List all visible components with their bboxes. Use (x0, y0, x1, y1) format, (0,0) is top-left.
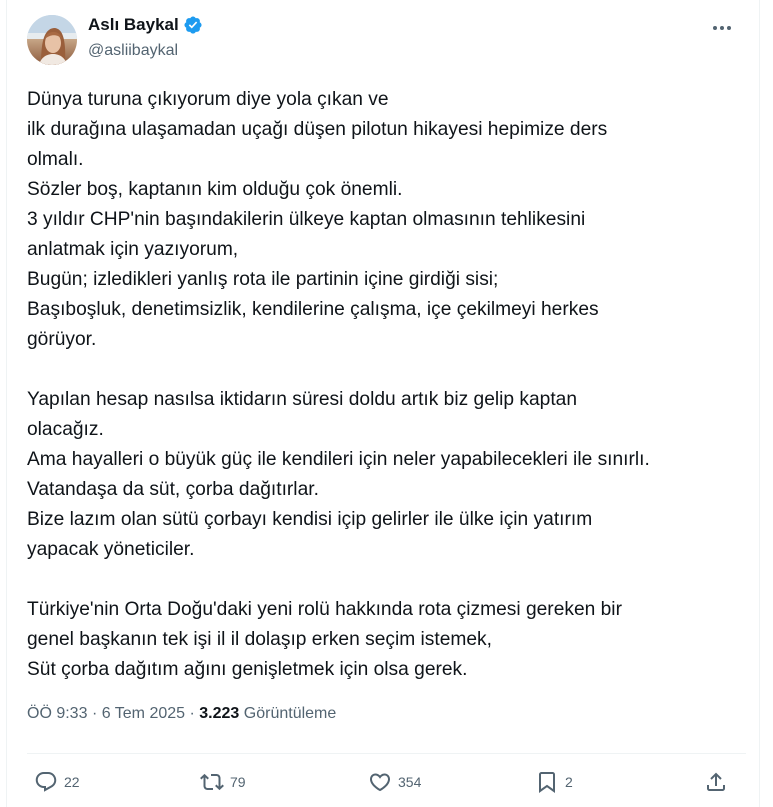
reply-button[interactable]: 22 (34, 764, 80, 800)
action-bar: 22 79 354 2 (0, 764, 773, 800)
display-name[interactable]: Aslı Baykal (88, 15, 179, 35)
tweet-line: Bugün; izledikleri yanlış rota ile parti… (27, 269, 499, 290)
tweet-line: Dünya turuna çıkıyorum diye yola çıkan v… (27, 89, 389, 110)
tweet-line: Sözler boş, kaptanın kim olduğu çok önem… (27, 179, 403, 200)
views-count: 3.223 (199, 705, 240, 722)
tweet-line: Başıboşluk, denetimsizlik, kendilerine ç… (27, 299, 599, 320)
bookmark-count: 2 (565, 774, 573, 790)
tweet-meta: ÖÖ 9:33 · 6 Tem 2025 · 3.223 Görüntüleme (27, 705, 336, 723)
more-horizontal-icon (713, 26, 717, 30)
tweet-line: görüyor. (27, 329, 97, 350)
heart-icon (369, 773, 391, 792)
tweet-line: Vatandaşa da süt, çorba dağıtırlar. (27, 479, 319, 500)
speech-bubble-icon (35, 772, 57, 792)
like-button[interactable]: 354 (368, 764, 421, 800)
reply-count: 22 (64, 774, 80, 790)
tweet-line: olacağız. (27, 419, 104, 440)
tweet-line: ilk durağına ulaşamadan uçağı düşen pilo… (27, 119, 608, 140)
like-count: 354 (398, 774, 422, 790)
tweet-line: Türkiye'nin Orta Doğu'daki yeni rolü hak… (27, 599, 622, 620)
more-dot (720, 26, 724, 30)
tweet-text: Dünya turuna çıkıyorum diye yola çıkan v… (27, 85, 742, 685)
retweet-button[interactable]: 79 (200, 764, 246, 800)
tweet-line: genel başkanın tek işi il il dolaşıp erk… (27, 629, 492, 650)
tweet-line: anlatmak için yazıyorum, (27, 239, 239, 260)
meta-separator: · (189, 705, 195, 722)
tweet-date[interactable]: 6 Tem 2025 (102, 705, 185, 722)
tweet-line: yapacak yöneticiler. (27, 539, 195, 560)
tweet-line: Ama hayalleri o büyük güç ile kendileri … (27, 449, 650, 470)
share-upload-icon (707, 772, 725, 791)
share-button[interactable] (704, 764, 728, 800)
name-row: Aslı Baykal (88, 15, 203, 35)
tweet-line: Bize lazım olan sütü çorbayı kendisi içi… (27, 509, 593, 530)
more-options-button[interactable] (709, 17, 735, 39)
bookmark-icon (539, 772, 555, 793)
verified-badge-icon[interactable] (183, 15, 203, 35)
avatar[interactable] (27, 15, 77, 65)
more-dot (727, 26, 731, 30)
bookmark-button[interactable]: 2 (535, 764, 573, 800)
views-label: Görüntüleme (243, 705, 337, 722)
retweet-arrows-icon (200, 773, 224, 791)
divider (27, 753, 746, 754)
tweet-time[interactable]: ÖÖ 9:33 (27, 705, 87, 722)
tweet-line: Yapılan hesap nasılsa iktidarın süresi d… (27, 389, 578, 410)
tweet-line: olmalı. (27, 149, 84, 170)
meta-separator: · (91, 705, 98, 722)
tweet-line: Süt çorba dağıtım ağını genişletmek için… (27, 659, 468, 680)
tweet-line: 3 yıldır CHP'nin başındakilerin ülkeye k… (27, 209, 586, 230)
handle[interactable]: @asliibaykal (88, 42, 178, 60)
retweet-count: 79 (230, 774, 246, 790)
